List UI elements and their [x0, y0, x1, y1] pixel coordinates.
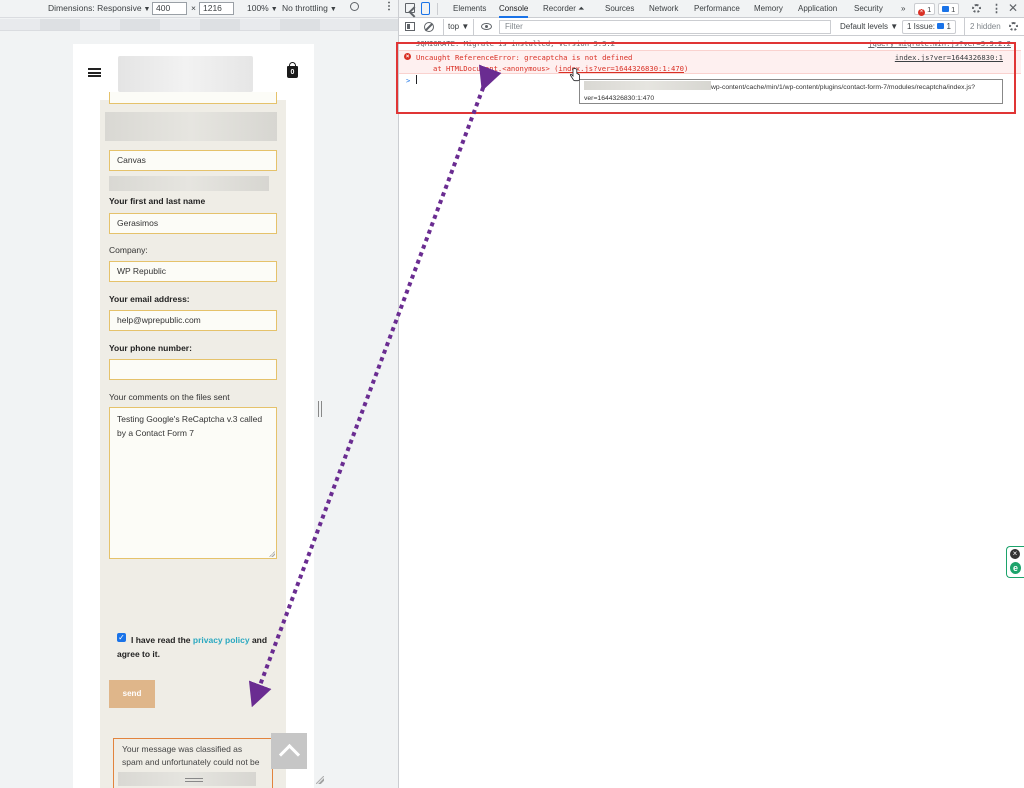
- console-toolbar: top ▼ Filter Default levels ▼ 1 Issue: 1…: [399, 18, 1024, 36]
- name-label: Your first and last name: [109, 196, 206, 206]
- zoom-label: 100%: [247, 3, 269, 13]
- tab-recorder[interactable]: Recorder ⏶: [543, 0, 585, 18]
- company-field[interactable]: WP Republic: [109, 261, 277, 282]
- chevron-down-icon: ▼: [143, 6, 151, 13]
- comments-textarea[interactable]: Testing Google's ReCaptcha v.3 called by…: [109, 407, 277, 559]
- console-settings-gear-icon[interactable]: [1009, 22, 1018, 31]
- tab-security[interactable]: Security: [854, 0, 883, 18]
- device-toolbar: Dimensions: Responsive ▼ 400 × 1216 100% ▼…: [0, 0, 398, 18]
- clear-console-icon[interactable]: [424, 22, 434, 32]
- zoom-dropdown[interactable]: 100% ▼: [247, 3, 278, 13]
- message-count: 1: [951, 5, 956, 14]
- tab-performance[interactable]: Performance: [694, 0, 740, 18]
- chevron-down-icon: ▼: [270, 6, 278, 13]
- cart-icon[interactable]: 0: [287, 62, 298, 78]
- width-input[interactable]: 400: [152, 2, 187, 15]
- filter-input[interactable]: Filter: [499, 20, 831, 34]
- throttling-dropdown[interactable]: No throttling ▼: [282, 3, 337, 13]
- separator: [437, 3, 438, 15]
- emulated-page: 0 Canvas Your first and last name Gerasi…: [73, 44, 314, 788]
- dimensions-label: Dimensions: Responsive: [48, 3, 142, 13]
- issue-icon: [937, 23, 945, 29]
- issues-label: 1 Issue:: [907, 22, 936, 31]
- chevron-down-icon: ▼: [329, 6, 337, 13]
- previous-field[interactable]: [109, 92, 277, 104]
- resize-handle-bottom[interactable]: [185, 778, 203, 782]
- comments-label: Your comments on the files sent: [109, 392, 230, 402]
- device-emulation-pane: Dimensions: Responsive ▼ 400 × 1216 100% ▼…: [0, 0, 398, 788]
- hidden-messages-count: 2 hidden: [964, 18, 1001, 36]
- error-icon: ×: [918, 9, 925, 16]
- annotation-highlight-box: [396, 42, 1016, 114]
- name-field[interactable]: Gerasimos: [109, 213, 277, 234]
- device-toggle-icon[interactable]: [421, 2, 430, 15]
- site-logo[interactable]: [118, 56, 253, 92]
- tab-console[interactable]: Console: [499, 0, 529, 18]
- send-button[interactable]: send: [109, 680, 155, 708]
- issues-button[interactable]: 1 Issue: 1: [902, 20, 956, 34]
- console-sidebar-icon[interactable]: [405, 22, 415, 31]
- devtools-tabbar: Elements Console Recorder ⏶ Sources Netw…: [399, 0, 1024, 18]
- more-tabs-button[interactable]: »: [901, 0, 905, 18]
- phone-label: Your phone number:: [109, 343, 192, 353]
- customize-menu-icon[interactable]: ⋮: [991, 2, 1002, 15]
- close-icon[interactable]: ×: [1010, 549, 1020, 559]
- message-icon: [942, 6, 949, 12]
- tab-elements[interactable]: Elements: [453, 0, 486, 18]
- more-options-icon[interactable]: ⋮: [384, 1, 394, 12]
- redacted-label: [105, 112, 277, 141]
- redacted-label: [109, 176, 269, 191]
- extension-e-icon[interactable]: e: [1010, 562, 1021, 574]
- resize-handle-corner[interactable]: [316, 776, 324, 784]
- issues-count: 1: [946, 22, 951, 31]
- extension-widget: × e: [1006, 546, 1024, 578]
- canvas-field[interactable]: Canvas: [109, 150, 277, 171]
- hamburger-menu-icon[interactable]: [88, 68, 101, 77]
- scroll-to-top-button[interactable]: [271, 733, 307, 769]
- email-field[interactable]: help@wprepublic.com: [109, 310, 277, 331]
- company-label: Company:: [109, 245, 148, 255]
- email-label: Your email address:: [109, 294, 190, 304]
- message-count-badge[interactable]: 1: [938, 3, 960, 15]
- tab-sources[interactable]: Sources: [605, 0, 634, 18]
- throttling-label: No throttling: [282, 3, 328, 13]
- close-icon[interactable]: ✕: [1008, 1, 1018, 15]
- context-select[interactable]: top ▼: [443, 19, 475, 35]
- privacy-consent-text: I have read the privacy policy and agree…: [117, 633, 277, 661]
- resize-grip-icon[interactable]: [269, 551, 275, 557]
- log-levels-select[interactable]: Default levels ▼: [836, 18, 902, 36]
- live-expression-eye-icon[interactable]: [481, 23, 492, 30]
- console-output: JQMIGRATE: Migrate is installed, version…: [399, 36, 1024, 788]
- error-count: 1: [927, 5, 932, 14]
- privacy-prefix: I have read the: [131, 635, 193, 645]
- inspect-element-icon[interactable]: [405, 3, 415, 13]
- gear-icon[interactable]: [972, 4, 981, 13]
- contact-form: Canvas Your first and last name Gerasimo…: [100, 92, 286, 788]
- tab-memory[interactable]: Memory: [754, 0, 783, 18]
- media-query-ruler[interactable]: [0, 19, 398, 31]
- devtools-panel: Elements Console Recorder ⏶ Sources Netw…: [398, 0, 1024, 788]
- comments-text: Testing Google's ReCaptcha v.3 called by…: [117, 414, 265, 438]
- tab-application[interactable]: Application: [798, 0, 837, 18]
- times-sign: ×: [191, 3, 196, 13]
- height-input[interactable]: 1216: [199, 2, 234, 15]
- resize-handle-right[interactable]: [318, 401, 322, 417]
- rotate-icon[interactable]: [350, 2, 359, 11]
- phone-field[interactable]: [109, 359, 277, 380]
- privacy-policy-link[interactable]: privacy policy: [193, 635, 250, 645]
- tab-network[interactable]: Network: [649, 0, 678, 18]
- error-count-badge[interactable]: × 1: [914, 3, 936, 16]
- privacy-checkbox[interactable]: ✓: [117, 633, 126, 642]
- dimensions-dropdown[interactable]: Dimensions: Responsive ▼: [48, 3, 150, 13]
